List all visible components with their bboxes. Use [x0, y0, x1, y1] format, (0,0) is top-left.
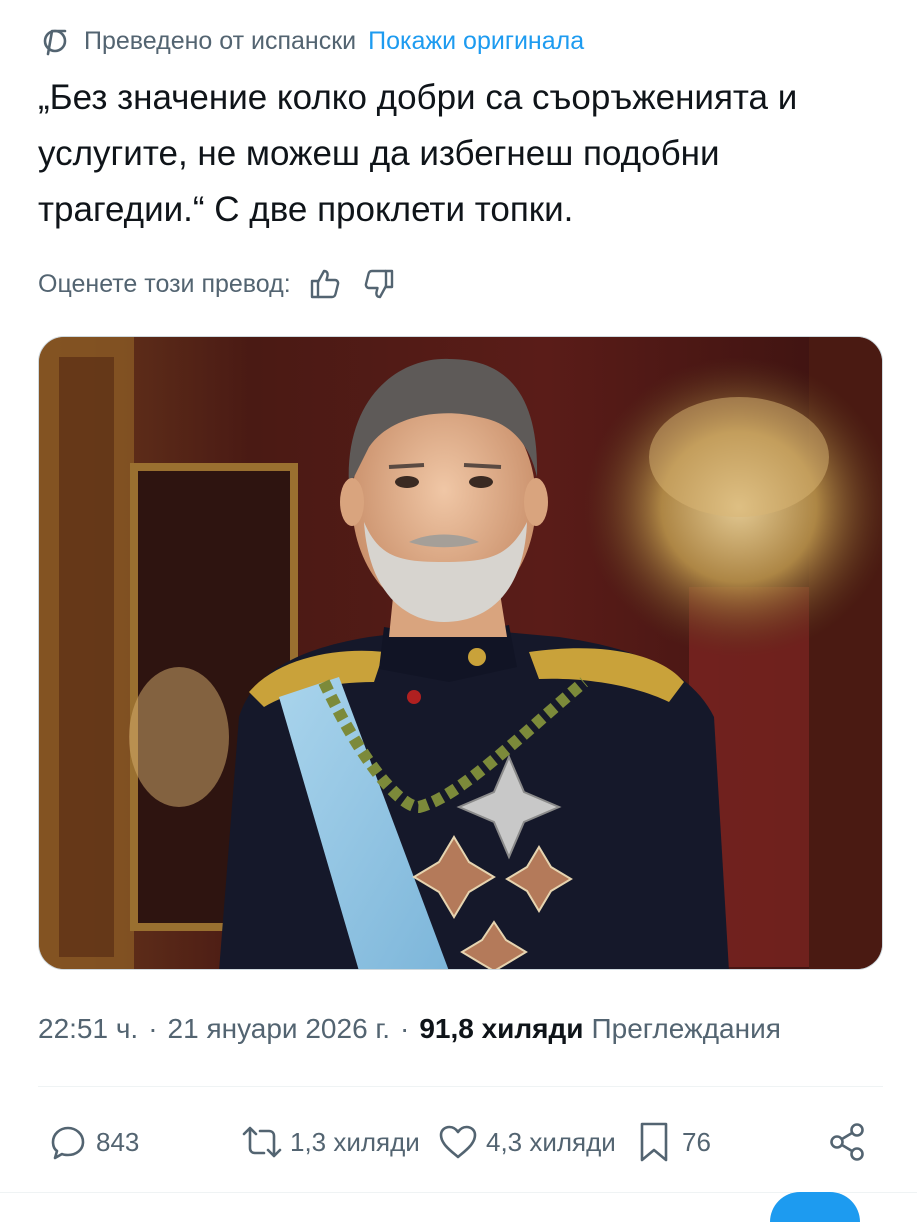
repost-count: 1,3 хиляди — [290, 1126, 420, 1157]
tweet-photo[interactable] — [38, 336, 883, 970]
divider — [38, 1086, 883, 1087]
meta-separator: · — [400, 1013, 410, 1044]
tweet-detail: Преведено от испански Покажи оригинала „… — [0, 0, 917, 1222]
share-icon — [826, 1120, 870, 1164]
rate-translation-label: Оценете този превод: — [38, 269, 291, 298]
bookmark-icon — [632, 1120, 676, 1164]
repost-button[interactable]: 1,3 хиляди — [240, 1118, 420, 1166]
thumbs-up-icon[interactable] — [307, 266, 343, 302]
reply-icon — [46, 1120, 90, 1164]
meta-separator: · — [148, 1013, 158, 1044]
compose-button[interactable] — [770, 1192, 860, 1222]
like-button[interactable]: 4,3 хиляди — [436, 1118, 616, 1166]
tweet-text: „Без значение колко добри са съоръженият… — [38, 78, 798, 229]
tweet-time[interactable]: 22:51 ч. — [38, 1013, 138, 1045]
show-original-link[interactable]: Покажи оригинала — [368, 27, 584, 56]
bookmark-count: 76 — [682, 1126, 711, 1157]
translation-banner: Преведено от испански Покажи оригинала — [38, 24, 584, 58]
reply-count: 843 — [96, 1126, 140, 1157]
reply-button[interactable]: 843 — [46, 1118, 139, 1166]
translate-icon — [38, 24, 72, 58]
thumbs-down-icon[interactable] — [361, 266, 397, 302]
tweet-meta: 22:51 ч. · 21 януари 2026 г. · 91,8 хиля… — [38, 1008, 781, 1050]
tweet-date[interactable]: 21 януари 2026 г. — [168, 1013, 390, 1045]
like-count: 4,3 хиляди — [486, 1126, 616, 1157]
divider — [0, 1192, 917, 1193]
repost-icon — [240, 1120, 284, 1164]
portrait-image — [39, 337, 882, 969]
translated-from-label: Преведено от испански — [84, 26, 357, 55]
views-label: Преглеждания — [591, 1013, 781, 1044]
share-button[interactable] — [826, 1118, 870, 1166]
views-count: 91,8 хиляди — [419, 1013, 584, 1044]
rate-translation: Оценете този превод: — [38, 264, 397, 304]
heart-icon — [436, 1120, 480, 1164]
bookmark-button[interactable]: 76 — [632, 1118, 711, 1166]
